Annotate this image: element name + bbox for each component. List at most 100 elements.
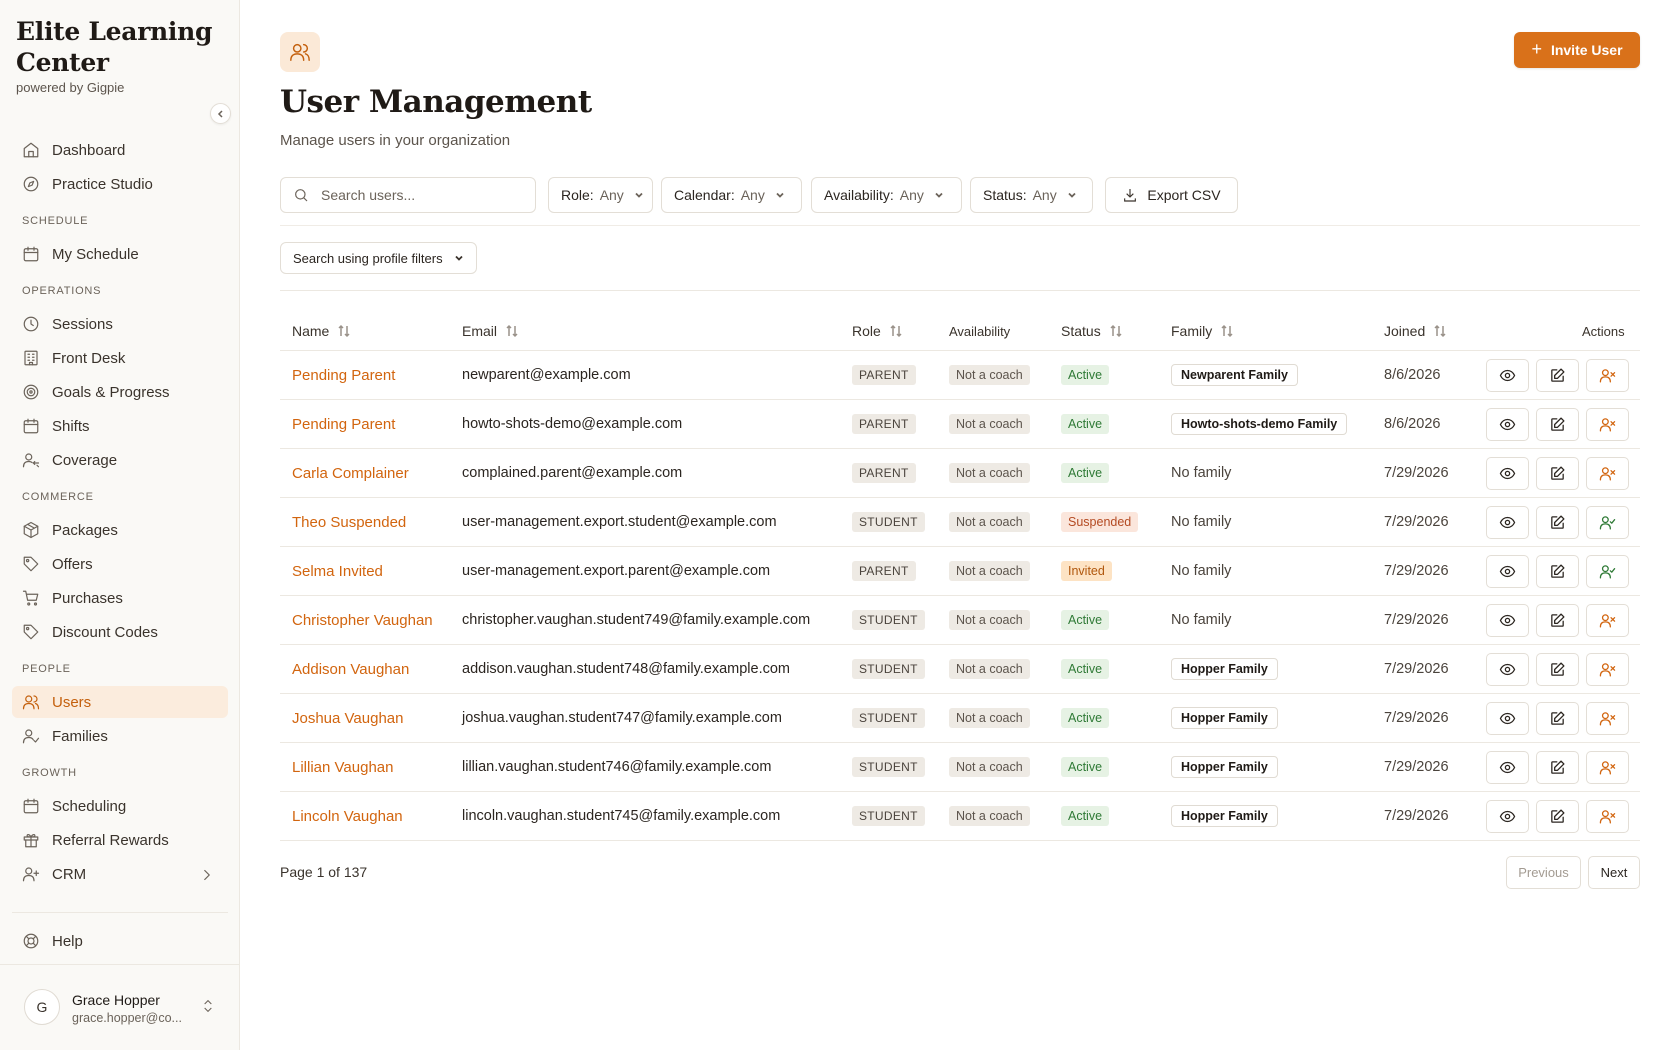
table-row: Christopher Vaughan christopher.vaughan.s…	[280, 596, 1640, 645]
availability-filter-dropdown[interactable]: Availability: Any	[811, 177, 962, 213]
edit-user-button[interactable]	[1536, 653, 1579, 686]
edit-user-button[interactable]	[1536, 506, 1579, 539]
export-csv-button[interactable]: Export CSV	[1105, 177, 1238, 213]
previous-page-button[interactable]: Previous	[1506, 856, 1581, 889]
sidebar-item-sessions[interactable]: Sessions	[12, 308, 228, 340]
column-header-role[interactable]: Role	[852, 323, 903, 339]
family-chip[interactable]: Newparent Family	[1171, 364, 1298, 386]
edit-icon	[1551, 613, 1565, 627]
sidebar-item-coverage[interactable]: Coverage	[12, 444, 228, 476]
user-email: newparent@example.com	[462, 367, 631, 383]
calendar-filter-dropdown[interactable]: Calendar: Any	[661, 177, 802, 213]
sidebar-item-dashboard[interactable]: Dashboard	[12, 134, 228, 166]
deactivate-user-button[interactable]	[1586, 653, 1629, 686]
view-user-button[interactable]	[1486, 800, 1529, 833]
family-chip[interactable]: Hopper Family	[1171, 658, 1278, 680]
help-link[interactable]: Help	[22, 926, 83, 956]
edit-user-button[interactable]	[1536, 359, 1579, 392]
view-user-button[interactable]	[1486, 751, 1529, 784]
sidebar-item-label: Coverage	[52, 451, 118, 469]
collapse-sidebar-button[interactable]	[210, 103, 231, 124]
next-page-button[interactable]: Next	[1588, 856, 1640, 889]
view-user-button[interactable]	[1486, 555, 1529, 588]
sidebar-item-families[interactable]: Families	[12, 720, 228, 752]
edit-user-button[interactable]	[1536, 800, 1579, 833]
view-user-button[interactable]	[1486, 702, 1529, 735]
status-filter-dropdown[interactable]: Status: Any	[970, 177, 1093, 213]
invite-user-button[interactable]: + Invite User	[1514, 32, 1640, 68]
view-user-button[interactable]	[1486, 359, 1529, 392]
sidebar-item-offers[interactable]: Offers	[12, 548, 228, 580]
deactivate-user-button[interactable]	[1586, 408, 1629, 441]
user-name-link[interactable]: Lillian Vaughan	[292, 759, 393, 776]
user-name-link[interactable]: Lincoln Vaughan	[292, 808, 403, 825]
user-name-link[interactable]: Carla Complainer	[292, 465, 409, 482]
user-email: joshua.vaughan.student747@family.example…	[462, 710, 782, 726]
user-name-link[interactable]: Christopher Vaughan	[292, 612, 433, 629]
sidebar-item-label: Front Desk	[52, 349, 126, 367]
deactivate-user-button[interactable]	[1586, 702, 1629, 735]
sidebar-item-goals-progress[interactable]: Goals & Progress	[12, 376, 228, 408]
status-badge: Active	[1061, 806, 1110, 826]
sidebar-item-users[interactable]: Users	[12, 686, 228, 718]
user-menu[interactable]: G Grace Hopper grace.hopper@co...	[0, 964, 239, 1050]
reactivate-user-button[interactable]	[1586, 506, 1629, 539]
column-header-label: Availability	[949, 324, 1011, 339]
column-header-status[interactable]: Status	[1061, 323, 1123, 339]
profile-filter-dropdown[interactable]: Search using profile filters	[280, 242, 477, 274]
chevron-down-icon	[1068, 192, 1076, 198]
column-header-joined[interactable]: Joined	[1384, 323, 1447, 339]
user-name-link[interactable]: Theo Suspended	[292, 514, 406, 531]
user-name-link[interactable]: Addison Vaughan	[292, 661, 409, 678]
availability-filter-label: Availability:	[824, 187, 894, 203]
column-header-email[interactable]: Email	[462, 323, 519, 339]
view-user-button[interactable]	[1486, 653, 1529, 686]
sidebar-item-shifts[interactable]: Shifts	[12, 410, 228, 442]
family-chip[interactable]: Hopper Family	[1171, 805, 1278, 827]
edit-user-button[interactable]	[1536, 751, 1579, 784]
eye-icon	[1499, 418, 1516, 431]
edit-user-button[interactable]	[1536, 604, 1579, 637]
user-name-link[interactable]: Joshua Vaughan	[292, 710, 403, 727]
view-user-button[interactable]	[1486, 408, 1529, 441]
user-name-link[interactable]: Pending Parent	[292, 416, 395, 433]
sidebar-item-referral-rewards[interactable]: Referral Rewards	[12, 824, 228, 856]
sidebar-item-purchases[interactable]: Purchases	[12, 582, 228, 614]
family-chip[interactable]: Hopper Family	[1171, 756, 1278, 778]
view-user-button[interactable]	[1486, 506, 1529, 539]
family-chip[interactable]: Howto-shots-demo Family	[1171, 413, 1348, 435]
sidebar-item-practice-studio[interactable]: Practice Studio	[12, 168, 228, 200]
clock-icon	[23, 316, 39, 332]
view-user-button[interactable]	[1486, 457, 1529, 490]
column-header-family[interactable]: Family	[1171, 323, 1234, 339]
user-name-link[interactable]: Selma Invited	[292, 563, 383, 580]
view-user-button[interactable]	[1486, 604, 1529, 637]
family-chip[interactable]: Hopper Family	[1171, 707, 1278, 729]
user-name-link[interactable]: Pending Parent	[292, 367, 395, 384]
reactivate-user-button[interactable]	[1586, 555, 1629, 588]
deactivate-user-button[interactable]	[1586, 359, 1629, 392]
deactivate-user-button[interactable]	[1586, 751, 1629, 784]
sidebar-item-crm[interactable]: CRM	[12, 858, 228, 890]
sidebar-item-label: Referral Rewards	[52, 831, 169, 849]
column-header-name[interactable]: Name	[292, 323, 351, 339]
sidebar-item-my-schedule[interactable]: My Schedule	[12, 238, 228, 270]
deactivate-user-button[interactable]	[1586, 457, 1629, 490]
sidebar-item-packages[interactable]: Packages	[12, 514, 228, 546]
search-input[interactable]	[321, 187, 511, 203]
edit-icon	[1551, 809, 1565, 823]
edit-user-button[interactable]	[1536, 408, 1579, 441]
role-filter-dropdown[interactable]: Role: Any	[548, 177, 653, 213]
edit-user-button[interactable]	[1536, 702, 1579, 735]
sidebar-item-front-desk[interactable]: Front Desk	[12, 342, 228, 374]
edit-user-button[interactable]	[1536, 555, 1579, 588]
brand-title: Elite Learning Center	[16, 17, 213, 77]
edit-user-button[interactable]	[1536, 457, 1579, 490]
role-badge: STUDENT	[852, 757, 925, 777]
download-icon	[1124, 189, 1137, 202]
sidebar-item-scheduling[interactable]: Scheduling	[12, 790, 228, 822]
sidebar-item-discount-codes[interactable]: Discount Codes	[12, 616, 228, 648]
deactivate-user-button[interactable]	[1586, 604, 1629, 637]
availability-badge: Not a coach	[949, 806, 1030, 826]
deactivate-user-button[interactable]	[1586, 800, 1629, 833]
